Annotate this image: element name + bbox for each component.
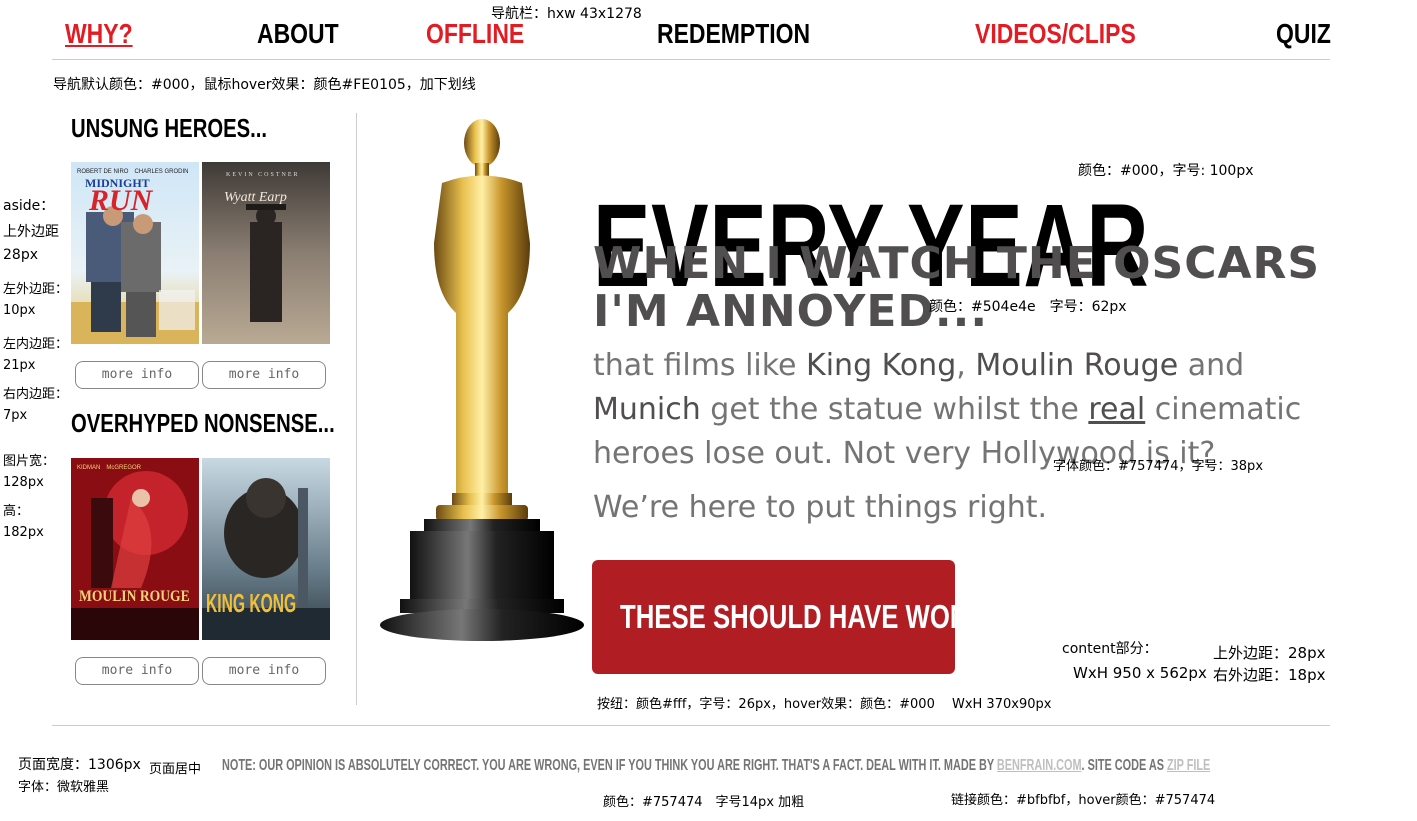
body-text-segment: and [1178,348,1245,383]
aside-padding-left-value: 21px [3,358,36,373]
oscar-statue-image [380,113,585,643]
real-emphasis: real [1088,392,1146,427]
aside-margin-left-label: 左外边距： [3,282,69,297]
subhead-style-annotation: 颜色：#504e4e 字号：62px [929,299,1127,315]
aside-margin-left-value: 10px [3,303,36,318]
poster-title: MOULIN ROUGE [79,588,190,605]
body-text-segment: , [956,348,976,383]
more-info-button[interactable]: more info [202,361,326,389]
footer-color-annotation: 颜色：#757474 字号14px 加粗 [603,795,805,810]
body-text-segment: get the statue whilst the [700,392,1089,427]
benfrain-link[interactable]: BENFRAIN.COM [997,757,1082,774]
aside-padding-right-label: 右内边距： [3,387,69,402]
overhyped-nonsense-heading: OVERHYPED NONSENSE... [71,408,335,438]
headline-style-annotation: 颜色：#000，字号: 100px [1078,163,1254,179]
poster-actors: ROBERT DE NIRO CHARLES GRODIN [77,169,189,175]
content-margin-right-annotation: 右外边距：18px [1213,666,1326,684]
nav-offline[interactable]: OFFLINE [426,18,524,50]
poster-moulin-rouge[interactable]: KIDMAN McGREGOR MOULIN ROUGE [71,458,199,640]
film-munich: Munich [593,392,701,427]
poster-title-line2: RUN [89,184,153,217]
more-info-button[interactable]: more info [75,657,199,685]
aside-divider [356,113,357,705]
body-text-segment: that films like [593,348,807,383]
poster-king-kong[interactable]: KING KONG [202,458,330,640]
content-margin-top-annotation: 上外边距：28px [1213,644,1326,662]
link-color-annotation: 链接颜色：#bfbfbf，hover颜色：#757474 [951,793,1216,808]
these-should-have-won-button[interactable]: THESE SHOULD HAVE WON ›› [592,560,993,674]
img-height-label: 高： [3,504,30,519]
footer-divider [52,725,1330,726]
footer-text: NOTE: OUR OPINION IS ABSOLUTELY CORRECT.… [222,757,997,774]
img-width-label: 图片宽： [3,454,56,469]
nav-quiz[interactable]: QUIZ [1276,18,1331,50]
img-width-value: 128px [3,475,44,490]
film-moulin-rouge: Moulin Rouge [975,348,1179,383]
poster-title: Wyatt Earp [224,190,287,205]
body-style-annotation: 字体颜色：#757474，字号：38px [1053,459,1264,474]
aside-margin-top-label: 上外边距 [3,224,59,240]
cta-label: THESE SHOULD HAVE WON ›› [620,598,993,635]
body-tagline: We’re here to put things right. [593,490,1048,525]
aside-padding-right-value: 7px [3,408,28,423]
poster-actors: KIDMAN McGREGOR [77,465,142,471]
footer-text: . SITE CODE AS [1081,757,1167,774]
unsung-heroes-heading: UNSUNG HEROES... [71,113,268,143]
nav-videos-clips[interactable]: VIDEOS/CLIPS [975,18,1136,50]
aside-annotation: aside： [3,198,55,214]
poster-actors: KEVIN COSTNER [226,172,300,178]
page-width-annotation: 页面宽度：1306px [18,757,141,773]
nav-redemption[interactable]: REDEMPTION [657,18,810,50]
more-info-button[interactable]: more info [75,361,199,389]
nav-style-annotation: 导航默认颜色：#000，鼠标hover效果：颜色#FE0105，加下划线 [53,77,476,93]
nav-divider [52,59,1330,60]
nav-why[interactable]: WHY? [65,18,133,50]
button-style-annotation: 按纽：颜色#fff，字号：26px，hover效果：颜色：#000 WxH 37… [597,697,1052,712]
content-label-annotation: content部分： [1062,641,1158,657]
film-king-kong: King Kong [806,348,957,383]
content-size-annotation: WxH 950 x 562px [1073,664,1207,682]
img-height-value: 182px [3,525,44,540]
subhead: WHEN I WATCH THE OSCARS I'M ANNOYED... [593,238,1321,337]
nav-about[interactable]: ABOUT [257,18,339,50]
page-center-annotation: 页面居中 [149,762,202,777]
poster-title: KING KONG [206,588,297,618]
aside-margin-top-value: 28px [3,247,38,263]
poster-midnight-run[interactable]: ROBERT DE NIRO CHARLES GRODIN MIDNIGHT R… [71,162,199,344]
font-annotation: 字体：微软雅黑 [18,780,110,795]
zip-file-link[interactable]: ZIP FILE [1167,757,1210,774]
aside-padding-left-label: 左内边距： [3,337,69,352]
footer-note: NOTE: OUR OPINION IS ABSOLUTELY CORRECT.… [222,757,1210,775]
more-info-button[interactable]: more info [202,657,326,685]
poster-wyatt-earp[interactable]: KEVIN COSTNER Wyatt Earp [202,162,330,344]
